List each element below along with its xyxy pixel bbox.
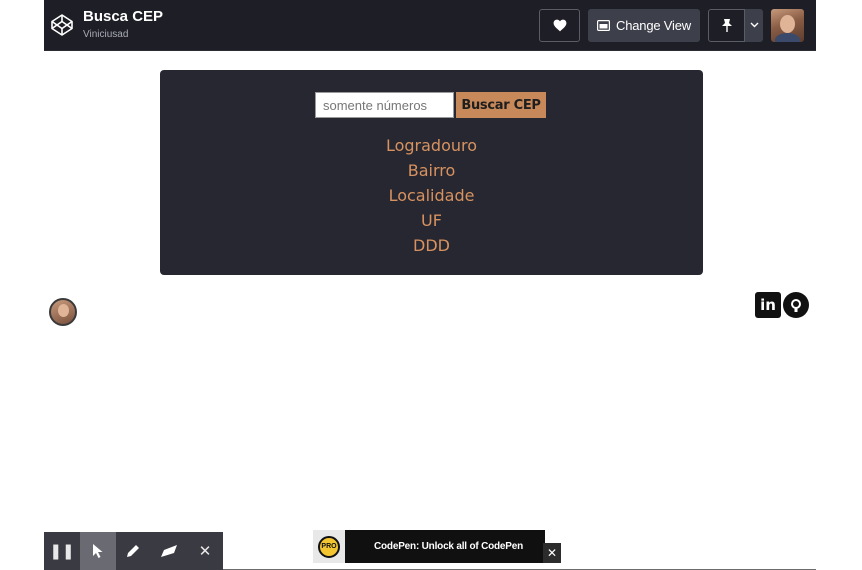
github-icon[interactable] bbox=[783, 292, 809, 318]
cep-input[interactable] bbox=[315, 92, 454, 118]
eraser-icon[interactable] bbox=[151, 532, 187, 570]
cep-card: Buscar CEP Logradouro Bairro Localidade … bbox=[160, 70, 703, 275]
pencil-icon[interactable] bbox=[116, 532, 152, 570]
pen-author[interactable]: Viniciusad bbox=[83, 28, 163, 42]
codepen-header: Busca CEP Viniciusad Change View bbox=[44, 0, 816, 51]
change-view-label: Change View bbox=[616, 17, 691, 33]
pen-title-block: Busca CEP Viniciusad bbox=[83, 8, 163, 42]
user-avatar[interactable] bbox=[771, 8, 804, 42]
pointer-icon[interactable] bbox=[79, 532, 116, 570]
annotation-toolbar: ❚❚ ✕ bbox=[44, 532, 223, 570]
result-localidade: Localidade bbox=[388, 186, 475, 205]
change-view-button[interactable]: Change View bbox=[588, 8, 700, 42]
social-links: in bbox=[755, 292, 809, 318]
result-bairro: Bairro bbox=[407, 161, 456, 180]
search-row: Buscar CEP bbox=[315, 92, 546, 118]
pen-title: Busca CEP bbox=[83, 8, 164, 25]
result-ddd: DDD bbox=[413, 236, 450, 255]
pin-button[interactable] bbox=[708, 8, 745, 42]
codepen-logo-icon[interactable] bbox=[50, 13, 74, 37]
pin-group bbox=[708, 8, 763, 42]
page: Busca CEP Viniciusad Change View somente… bbox=[0, 0, 862, 570]
pause-icon[interactable]: ❚❚ bbox=[44, 532, 80, 570]
linkedin-icon[interactable]: in bbox=[755, 292, 781, 318]
result-list: Logradouro Bairro Localidade UF DDD bbox=[160, 133, 703, 258]
pro-promo-banner[interactable]: PRO CodePen: Unlock all of CodePen bbox=[313, 530, 545, 563]
search-cep-button[interactable]: Buscar CEP bbox=[456, 92, 546, 118]
change-view-icon bbox=[597, 19, 611, 31]
pin-menu-button[interactable] bbox=[745, 8, 763, 42]
author-avatar[interactable] bbox=[49, 298, 77, 326]
heart-icon bbox=[553, 19, 566, 31]
result-logradouro: Logradouro bbox=[385, 136, 478, 155]
pin-icon bbox=[721, 19, 732, 32]
love-button[interactable] bbox=[539, 8, 580, 42]
promo-text: CodePen: Unlock all of CodePen bbox=[374, 541, 524, 552]
header-actions: Change View bbox=[539, 0, 816, 51]
promo-close-button[interactable]: ✕ bbox=[543, 543, 561, 563]
pro-badge-label: PRO bbox=[318, 535, 340, 558]
chevron-down-icon bbox=[750, 22, 758, 28]
result-uf: UF bbox=[421, 211, 442, 230]
pro-badge: PRO bbox=[313, 530, 345, 563]
close-icon[interactable]: ✕ bbox=[187, 532, 223, 570]
